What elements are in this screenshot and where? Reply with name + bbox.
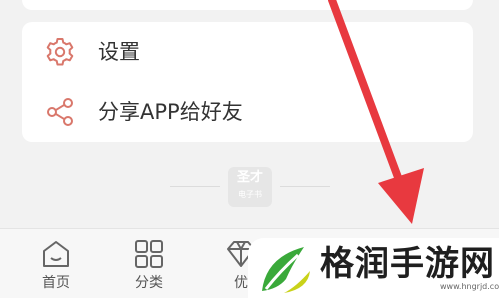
settings-menu-card: 设置 分享APP给好友 [22,22,473,142]
divider-left [170,186,220,187]
tab-category-label: 分类 [135,275,163,291]
gear-icon [46,38,74,66]
tab-home-label: 首页 [42,275,70,291]
menu-item-settings[interactable]: 设置 [22,22,473,82]
site-watermark-url: www.hngrjd.com [440,282,499,291]
menu-item-share-app[interactable]: 分享APP给好友 [22,82,473,142]
watermark-text-main: 圣才 [236,170,263,185]
share-icon [47,98,73,126]
home-icon [43,241,69,267]
share-app-label: 分享APP给好友 [98,100,243,124]
grid-icon [135,240,163,268]
site-watermark-badge: 格润手游网 www.hngrjd.com [248,238,499,298]
watermark-text-sub: 电子书 [238,190,262,199]
settings-label: 设置 [98,40,140,64]
watermark-logo: 圣才 电子书 [228,167,272,207]
leaf-logo-icon [262,247,310,293]
tab-category[interactable]: 分类 [99,229,199,298]
site-watermark-name: 格润手游网 [320,244,495,284]
divider-right [280,186,330,187]
tab-home[interactable]: 首页 [6,229,106,298]
profile-card-top [22,0,473,10]
